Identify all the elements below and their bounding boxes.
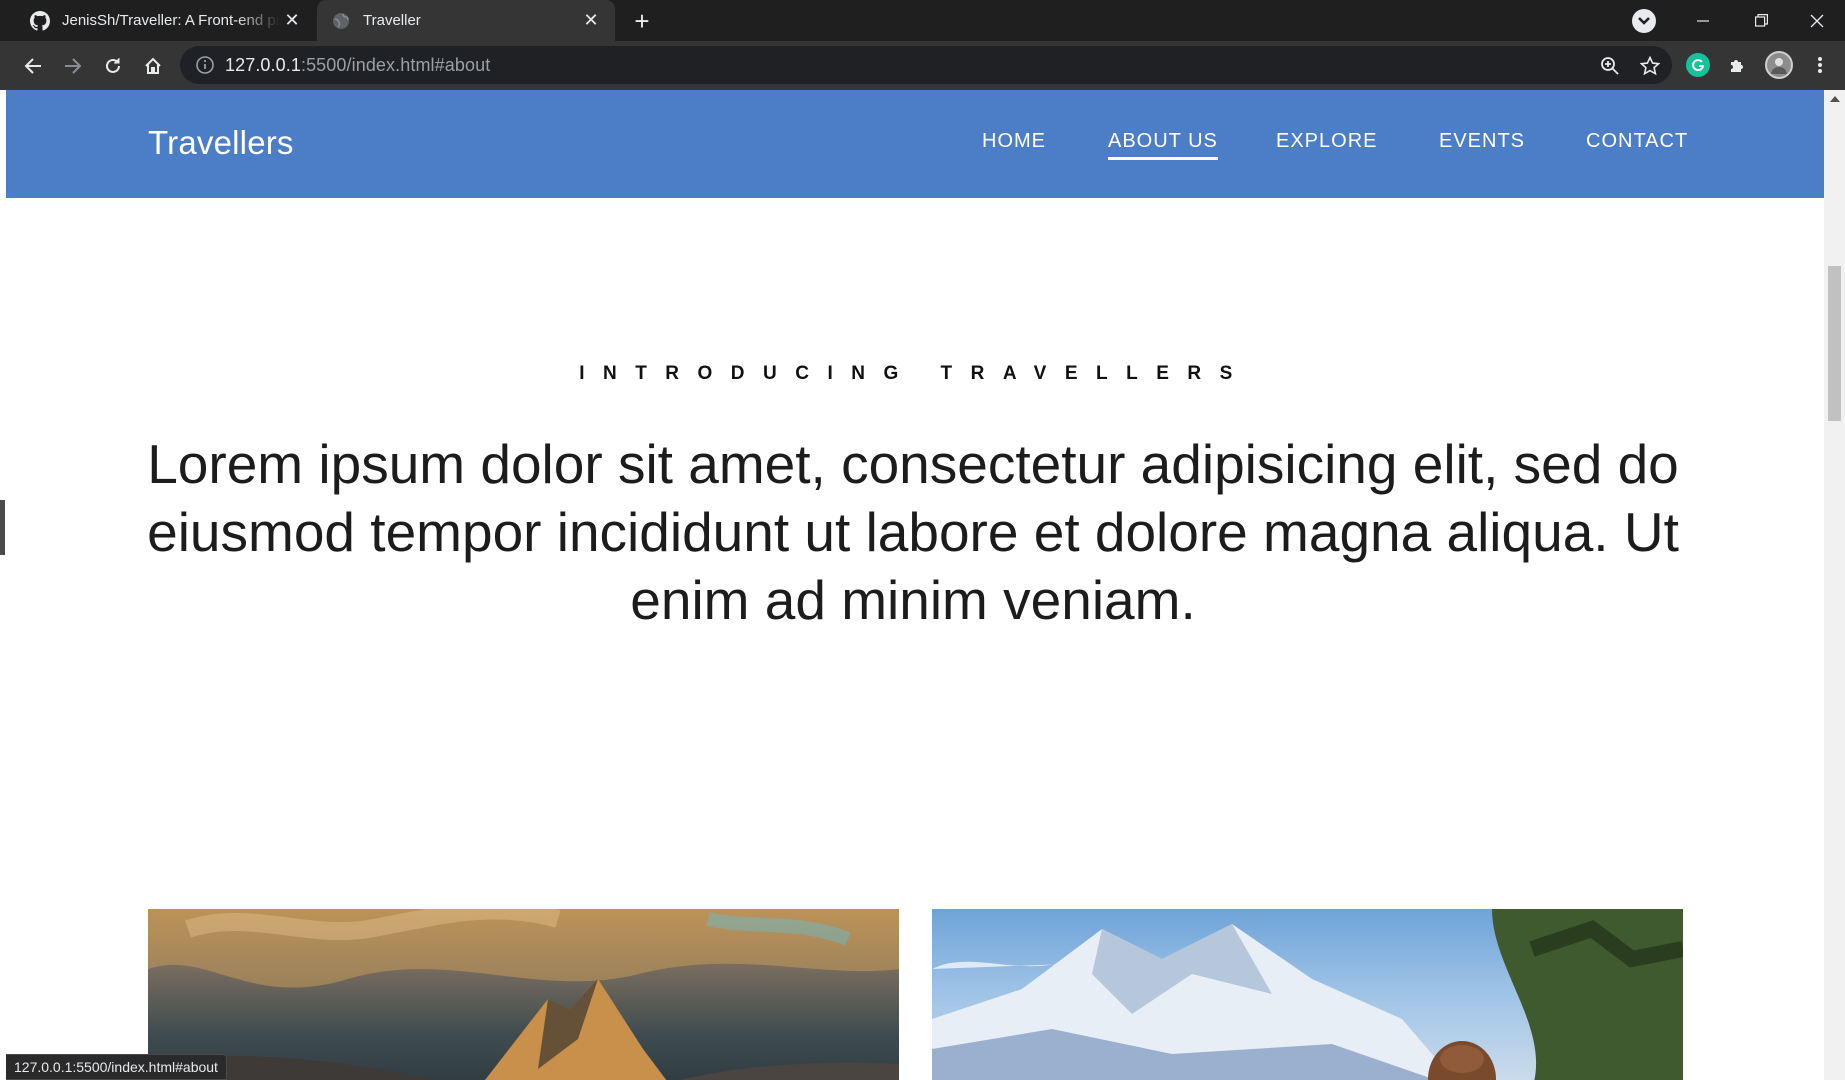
nav-events[interactable]: EVENTS [1439,130,1525,153]
section-eyebrow: INTRODUCING TRAVELLERS [579,363,1251,384]
link-status-bar: 127.0.0.1:5500/index.html#about [6,1054,227,1080]
info-icon[interactable] [195,55,215,75]
url-text: 127.0.0.1:5500/index.html#about [225,54,491,75]
tab-github[interactable]: JenisSh/Traveller: A Front-end pr ✕ [8,0,316,41]
browser-toolbar: 127.0.0.1:5500/index.html#about [0,41,1845,90]
mountain-photo [148,909,899,1080]
globe-icon [331,11,351,31]
profile-avatar[interactable] [1765,51,1793,79]
close-tab-icon[interactable]: ✕ [280,9,304,33]
tab-strip: JenisSh/Traveller: A Front-end pr ✕ Trav… [0,0,1845,41]
scrollbar-thumb[interactable] [1828,266,1841,421]
scroll-up-arrow-icon[interactable] [1830,96,1840,102]
zoom-icon[interactable] [1599,55,1621,77]
nav-home[interactable]: HOME [982,130,1046,153]
extensions-icon[interactable] [1726,53,1750,77]
reload-icon[interactable] [98,51,128,81]
grammarly-icon[interactable] [1686,53,1710,77]
site-navbar: Travellers HOME ABOUT US EXPLORE EVENTS … [6,90,1824,198]
back-icon[interactable] [18,51,48,81]
tab-title: JenisSh/Traveller: A Front-end pr [62,12,280,29]
nav-contact[interactable]: CONTACT [1586,130,1688,153]
about-lead-text: Lorem ipsum dolor sit amet, consectetur … [147,433,1679,631]
nav-about-us[interactable]: ABOUT US [1108,130,1218,160]
new-tab-icon[interactable]: + [628,8,656,36]
site-logo[interactable]: Travellers [148,124,294,162]
snowy-mountain-photo [932,909,1683,1080]
bookmark-star-icon[interactable] [1639,55,1661,77]
github-icon [30,10,50,31]
restore-icon[interactable] [1732,0,1790,41]
minimize-icon[interactable] [1674,0,1732,41]
menu-kebab-icon[interactable] [1808,53,1832,77]
tab-title: Traveller [363,12,421,29]
forward-icon[interactable] [58,51,88,81]
close-tab-icon[interactable]: ✕ [579,9,603,33]
tab-traveller[interactable]: Traveller ✕ [317,0,615,41]
page-scrollbar[interactable] [1824,90,1845,1080]
close-window-icon[interactable] [1788,0,1845,41]
window-edge [0,90,6,1080]
page-viewport: Travellers HOME ABOUT US EXPLORE EVENTS … [0,90,1845,1080]
home-icon[interactable] [138,51,168,81]
tab-search-icon[interactable] [1632,9,1656,33]
address-bar[interactable]: 127.0.0.1:5500/index.html#about [180,46,1672,84]
nav-explore[interactable]: EXPLORE [1276,130,1377,153]
